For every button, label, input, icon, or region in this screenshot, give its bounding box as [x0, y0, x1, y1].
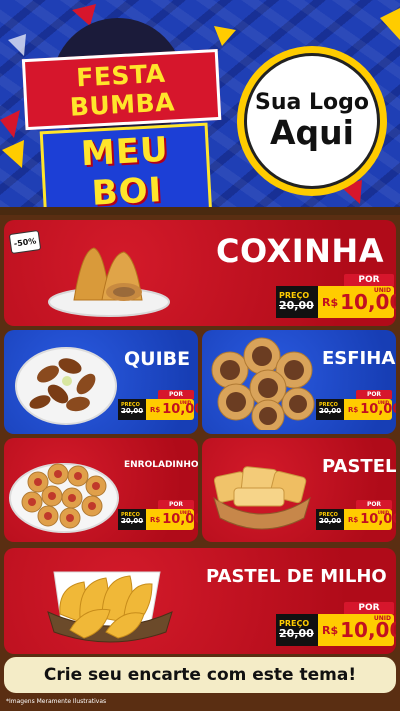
new-price-box: R$ 10,00 UNID	[146, 509, 198, 530]
product-card-coxinha: COXINHA POR PREÇO 20,00 R$ 10,00 UNID	[4, 220, 396, 326]
logo-line1: Sua Logo	[254, 90, 369, 116]
esfiha-image	[211, 337, 315, 430]
price-tag: POR PREÇO 20,00 R$ 10,00 UNID	[118, 500, 198, 530]
por-label: POR	[158, 390, 194, 399]
currency: R$	[348, 515, 359, 524]
enroladinho-image	[9, 463, 119, 533]
product-name: QUIBE	[124, 348, 191, 370]
product-card-pastel: PASTEL POR PREÇO 20,00 R$ 10,00 UNID	[202, 438, 396, 542]
old-price: 20,00	[279, 298, 314, 312]
por-label: POR	[158, 500, 194, 509]
logo-circle: Sua Logo Aqui	[244, 53, 380, 189]
currency: R$	[322, 295, 339, 309]
quibe-image	[15, 347, 117, 425]
unid-label: UNID	[377, 400, 389, 405]
cta-text: Crie seu encarte com este tema!	[43, 665, 357, 685]
new-price-box: R$ 10,00 UNID	[344, 399, 396, 420]
old-price-box: PREÇO 20,00	[316, 399, 344, 420]
title-line1: FESTA BUMBA	[21, 48, 222, 131]
product-name: ESFIHA	[322, 348, 396, 369]
old-price-box: PREÇO 20,00	[276, 286, 318, 318]
price-tag: POR PREÇO 20,00 R$ 10,00 UNID	[276, 602, 396, 646]
unid-label: UNID	[377, 510, 389, 515]
currency: R$	[150, 515, 161, 524]
unid-label: UNID	[179, 400, 191, 405]
unid-label: UNID	[373, 615, 391, 622]
header-banner: FESTA BUMBA MEU BOI Sua Logo Aqui	[0, 0, 400, 212]
currency: R$	[322, 623, 339, 637]
product-card-quibe: QUIBE POR PREÇO 20,00 R$ 10,00 UNID	[4, 330, 198, 434]
old-price-box: PREÇO 20,00	[118, 399, 146, 420]
old-price: 20,00	[279, 626, 314, 640]
discount-badge: -50%	[8, 230, 42, 254]
title-line2: MEU BOI	[39, 122, 213, 212]
product-card-pastel-de-milho: PASTEL DE MILHO POR PREÇO 20,00 R$ 10,00…	[4, 548, 396, 654]
new-price-box: R$ 10,00 UNID	[146, 399, 198, 420]
product-name: ENROLADINHO	[124, 460, 198, 470]
unid-label: UNID	[179, 510, 191, 515]
pastel-image	[213, 466, 311, 530]
por-label: POR	[344, 602, 394, 614]
old-price: 20,00	[121, 517, 144, 526]
old-price-box: PREÇO 20,00	[118, 509, 146, 530]
logo-line2: Aqui	[270, 113, 354, 153]
product-name: COXINHA	[216, 232, 384, 270]
por-label: POR	[356, 390, 392, 399]
currency: R$	[150, 405, 161, 414]
currency: R$	[348, 405, 359, 414]
disclaimer: *Imagens Meramente Ilustrativas	[6, 698, 107, 705]
por-label: POR	[344, 274, 394, 286]
price-tag: POR PREÇO 20,00 R$ 10,00 UNID	[316, 500, 396, 530]
product-card-enroladinho: ENROLADINHO POR PREÇO 20,00 R$ 10,00 UNI…	[4, 438, 198, 542]
pastel-de-milho-image	[47, 571, 173, 643]
old-price: 20,00	[319, 407, 342, 416]
price-tag: POR PREÇO 20,00 R$ 10,00 UNID	[118, 390, 198, 420]
old-price-box: PREÇO 20,00	[316, 509, 344, 530]
new-price-box: R$ 10,00 UNID	[344, 509, 396, 530]
cta-banner[interactable]: Crie seu encarte com este tema!	[4, 657, 396, 693]
festa-title: FESTA BUMBA MEU BOI	[21, 48, 226, 212]
unid-label: UNID	[373, 287, 391, 294]
wood-divider	[0, 207, 400, 215]
logo-placeholder: Sua Logo Aqui	[237, 46, 387, 196]
price-tag: POR PREÇO 20,00 R$ 10,00 UNID	[316, 390, 396, 420]
old-price: 20,00	[121, 407, 144, 416]
new-price-box: R$ 10,00 UNID	[318, 286, 396, 318]
price-tag: POR PREÇO 20,00 R$ 10,00 UNID	[276, 274, 396, 318]
por-label: POR	[356, 500, 392, 509]
new-price-box: R$ 10,00 UNID	[318, 614, 396, 646]
old-price-box: PREÇO 20,00	[276, 614, 318, 646]
old-price: 20,00	[319, 517, 342, 526]
coxinha-image	[48, 247, 170, 317]
product-name: PASTEL	[322, 456, 396, 477]
product-card-esfiha: ESFIHA POR PREÇO 20,00 R$ 10,00 UNID	[202, 330, 396, 434]
product-name: PASTEL DE MILHO	[206, 566, 387, 587]
